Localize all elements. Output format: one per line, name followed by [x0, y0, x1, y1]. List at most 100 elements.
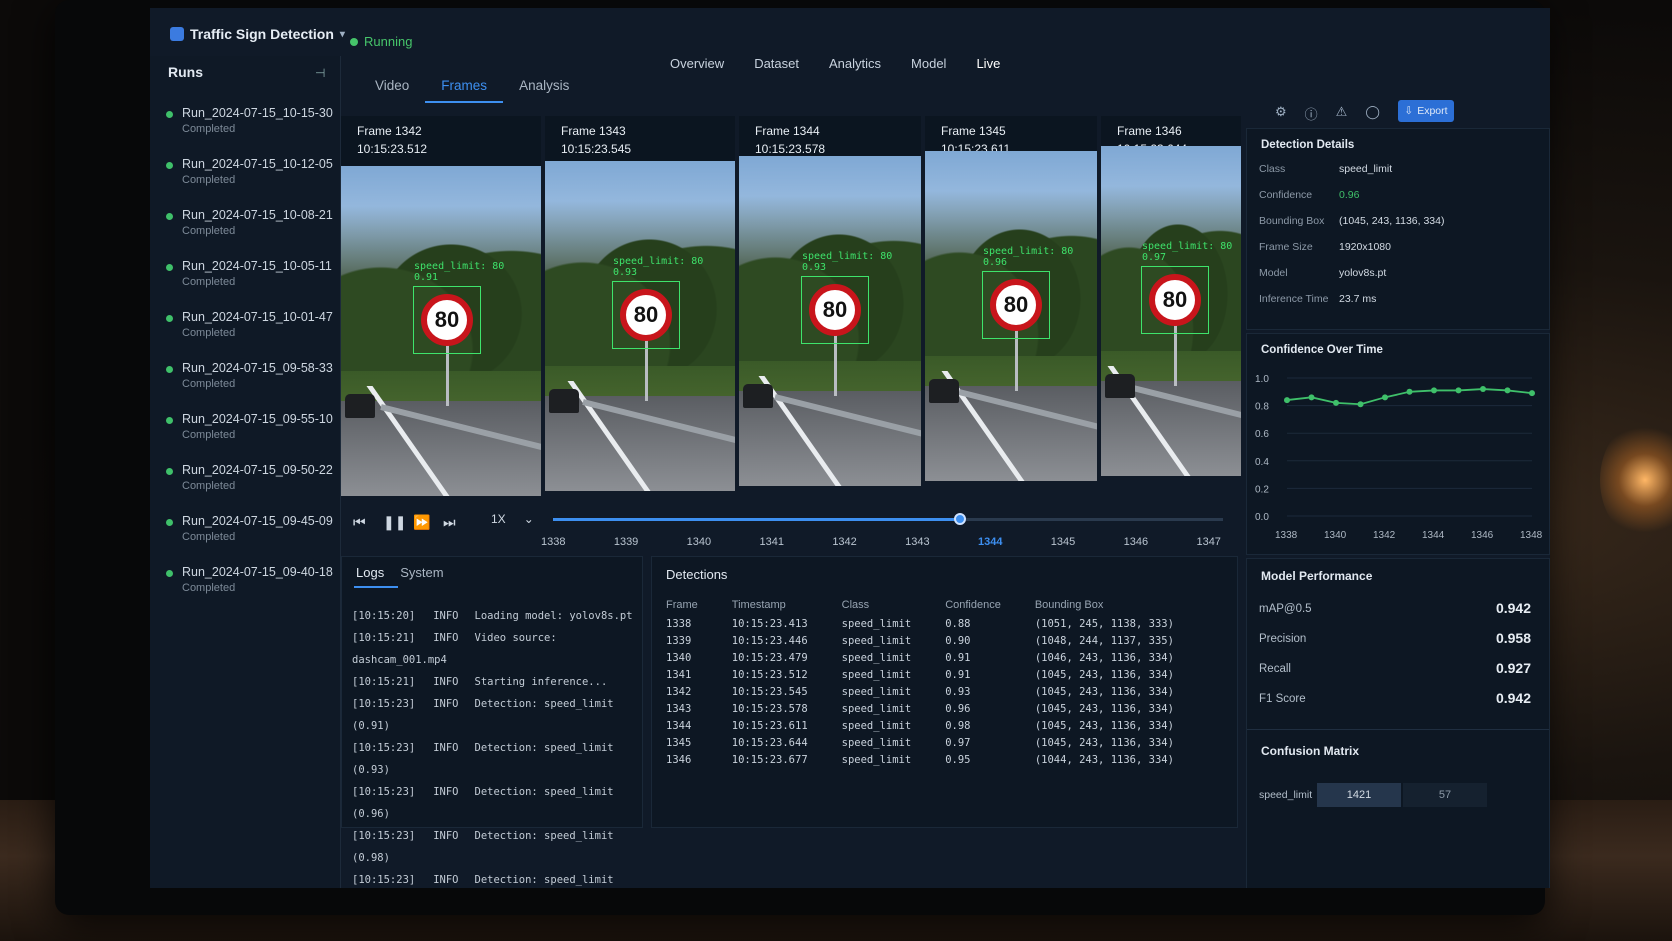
tab-system[interactable]: System	[398, 565, 457, 588]
download-icon: ⇩	[1404, 105, 1414, 117]
confidence-point[interactable]	[1480, 386, 1486, 393]
table-row[interactable]: 1339 10:15:23.446 speed_limit 0.90 (1048, 24…	[666, 632, 1208, 649]
timeline-tick: 1341	[759, 536, 784, 548]
run-item[interactable]: Run_2024-07-15_10-05-11 Completed	[166, 259, 336, 310]
run-item[interactable]: Run_2024-07-15_10-01-47 Completed	[166, 310, 336, 361]
info-icon[interactable]: ⓘ	[1305, 104, 1318, 123]
column-header[interactable]: Frame	[666, 595, 732, 615]
frame-image: 80 speed_limit: 80 0.93	[739, 156, 921, 486]
frame-card[interactable]: Frame 1343 10:15:23.545 80 speed_limit: 80 0…	[545, 116, 735, 491]
frame-image: 80 speed_limit: 80 0.97	[1101, 146, 1241, 476]
run-item[interactable]: Run_2024-07-15_09-55-10 Completed	[166, 412, 336, 463]
confidence-point[interactable]	[1333, 399, 1339, 406]
skip-start-icon[interactable]: ⏮	[353, 514, 366, 531]
detection-details-panel: Detection Details Class speed_limit Confid…	[1246, 128, 1550, 330]
column-header[interactable]: Timestamp	[732, 595, 842, 615]
detail-value: 0.96	[1339, 189, 1360, 201]
y-tick-label: 0.6	[1255, 429, 1269, 440]
column-header[interactable]: Class	[842, 595, 946, 615]
confidence-point[interactable]	[1529, 390, 1535, 397]
timeline-handle[interactable]	[954, 513, 966, 525]
detail-key: Class	[1259, 163, 1286, 175]
table-cell: 1343	[666, 703, 692, 715]
run-item[interactable]: Run_2024-07-15_09-40-18 Completed	[166, 565, 336, 616]
car	[1105, 374, 1135, 398]
speed-select[interactable]: 1X ⌄	[491, 512, 534, 526]
table-row[interactable]: 1344 10:15:23.611 speed_limit 0.98 (1045, 24…	[666, 717, 1208, 734]
export-button[interactable]: ⇩ Export	[1398, 100, 1454, 122]
logs-panel: Logs System [10:15:20] INFO Loading model:…	[341, 556, 643, 886]
run-status-dot-icon	[166, 111, 173, 118]
confidence-point[interactable]	[1382, 394, 1388, 401]
log-timestamp: [10:15:23]	[352, 830, 416, 842]
timeline-track[interactable]	[553, 513, 1223, 525]
settings-icon[interactable]: ⚙	[1275, 104, 1287, 123]
column-header[interactable]: Confidence	[945, 595, 1035, 615]
run-item[interactable]: Run_2024-07-15_09-45-09 Completed	[166, 514, 336, 565]
table-cell: 0.97	[945, 737, 971, 749]
divider	[1247, 729, 1549, 730]
tab-logs[interactable]: Logs	[354, 565, 399, 588]
metric-value: 0.942	[1495, 600, 1531, 616]
run-item[interactable]: Run_2024-07-15_10-08-21 Completed	[166, 208, 336, 259]
detail-key: Model	[1259, 267, 1288, 279]
run-status: Completed	[182, 480, 236, 492]
frame-card[interactable]: Frame 1344 10:15:23.578 80 speed_limit: 80 0…	[739, 116, 921, 486]
table-cell: (1045, 243, 1136, 334)	[1034, 737, 1174, 749]
table-row[interactable]: 1345 10:15:23.644 speed_limit 0.97 (1045, 24…	[666, 734, 1208, 751]
bbox-class: speed_limit: 80	[613, 256, 704, 267]
table-row[interactable]: 1340 10:15:23.479 speed_limit 0.91 (1046, 24…	[666, 649, 1208, 666]
skip-end-icon[interactable]: ⏭	[443, 514, 456, 531]
app-title: Traffic Sign Detection	[190, 26, 334, 42]
shield-icon[interactable]: ◯	[1365, 104, 1380, 123]
table-cell: 10:15:23.512	[731, 669, 808, 681]
detail-key: Bounding Box	[1259, 215, 1325, 227]
tab-frames[interactable]: Frames	[425, 78, 504, 103]
table-row[interactable]: 1341 10:15:23.512 speed_limit 0.91 (1045, 24…	[666, 666, 1208, 683]
frame-card[interactable]: Frame 134610:15:23.64480speed_limit: 800…	[1101, 116, 1241, 476]
run-name: Run_2024-07-15_09-45-09	[182, 514, 333, 528]
tab-video[interactable]: Video	[359, 78, 425, 103]
confidence-point[interactable]	[1308, 394, 1315, 401]
confidence-point[interactable]	[1284, 397, 1290, 404]
frame-card[interactable]: Frame 1342 10:15:23.512 80 speed_limit: 80 0…	[341, 116, 541, 496]
collapse-sidebar-icon[interactable]: ⊣	[315, 66, 325, 80]
timeline-tick: 1340	[686, 536, 712, 548]
log-level: INFO	[433, 742, 459, 754]
table-row[interactable]: 1338 10:15:23.413 speed_limit 0.88 (1051, 24…	[666, 615, 1208, 632]
run-item[interactable]: Run_2024-07-15_10-15-30 Completed	[166, 106, 336, 157]
run-item[interactable]: Run_2024-07-15_09-50-22 Completed	[166, 463, 336, 514]
run-status-dot-icon	[166, 366, 173, 373]
log-level: INFO	[433, 786, 459, 798]
run-status: Completed	[182, 174, 236, 186]
table-row[interactable]: 1343 10:15:23.578 speed_limit 0.96 (1045, 24…	[666, 700, 1208, 717]
pause-icon[interactable]: ❚❚	[383, 514, 406, 531]
table-header: Frame Timestamp Class Confidence Bounding Bo…	[666, 595, 1208, 615]
table-row[interactable]: 1346 10:15:23.677 speed_limit 0.95 (1044, 24…	[666, 751, 1208, 768]
table-cell: 10:15:23.545	[731, 686, 808, 698]
confidence-point[interactable]	[1406, 388, 1413, 395]
app-switcher[interactable]: Traffic Sign Detection ▾	[170, 26, 345, 42]
confidence-point[interactable]	[1455, 387, 1462, 394]
log-message: Starting inference...	[474, 676, 608, 688]
run-item[interactable]: Run_2024-07-15_10-12-05 Completed	[166, 157, 336, 208]
runs-list: Run_2024-07-15_10-15-30 Completed Run_2024…	[166, 106, 336, 616]
log-level: INFO	[433, 632, 459, 644]
confidence-point[interactable]	[1504, 387, 1511, 394]
table-row[interactable]: 1342 10:15:23.545 speed_limit 0.93 (1045, 24…	[666, 683, 1208, 700]
frames-strip: Frame 1342 10:15:23.512 80 speed_limit: 80 0…	[341, 116, 1241, 496]
warning-icon[interactable]: ⚠	[1336, 104, 1348, 123]
run-status: Completed	[182, 225, 236, 237]
x-tick-label: 1346	[1471, 530, 1494, 541]
confidence-point[interactable]	[1431, 387, 1437, 394]
log-line: [10:15:20] INFO Loading model: yolov8s.pt	[352, 605, 642, 627]
fast-forward-icon[interactable]: ⏩	[413, 514, 430, 531]
frame-number: Frame 1343	[561, 124, 626, 138]
run-status-dot-icon	[166, 213, 173, 220]
column-header[interactable]: Bounding Box	[1035, 595, 1208, 615]
tab-analysis[interactable]: Analysis	[503, 78, 585, 103]
run-item[interactable]: Run_2024-07-15_09-58-33 Completed	[166, 361, 336, 412]
frame-card[interactable]: Frame 1345 10:15:23.611 80 speed_limit: 80 0…	[925, 116, 1097, 481]
table-cell: 10:15:23.578	[731, 703, 808, 715]
confidence-point[interactable]	[1357, 401, 1364, 408]
